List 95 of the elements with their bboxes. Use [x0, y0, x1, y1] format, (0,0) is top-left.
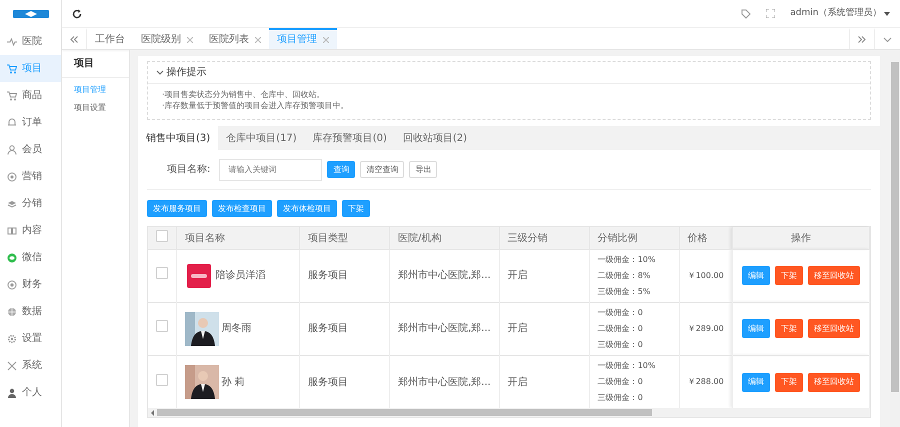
- column-header: 项目类型: [308, 232, 348, 244]
- person-icon: [7, 388, 17, 398]
- person-icon: [7, 144, 17, 154]
- table-cell: 郑州市中心医院,郑...: [390, 302, 500, 356]
- sidebar-item[interactable]: 数据: [0, 298, 61, 325]
- sidebar-item[interactable]: 财务: [0, 271, 61, 298]
- subnav-link[interactable]: 项目管理: [62, 78, 129, 96]
- sidebar-item[interactable]: 内容: [0, 217, 61, 244]
- commission-text: 一级佣金：10%: [598, 360, 656, 372]
- globe-icon: [7, 306, 17, 316]
- pulse-icon: [7, 36, 17, 46]
- tip-text: ·项目售卖状态分为销售中、仓库中、回收站。: [162, 89, 326, 100]
- commission-text: 三级佣金：5%: [598, 286, 652, 298]
- scroll-right-button[interactable]: [849, 28, 874, 49]
- chevron-down-icon: [156, 70, 164, 76]
- row-action-button[interactable]: 移至回收站: [808, 372, 860, 392]
- commission-text: 一级佣金：10%: [598, 254, 656, 266]
- chevron-down-icon: [883, 36, 892, 42]
- target-icon: [7, 172, 17, 182]
- horizontal-scrollbar-thumb[interactable]: [157, 409, 652, 416]
- tag-icon[interactable]: [741, 8, 752, 18]
- table-cell: 服务项目: [300, 302, 390, 356]
- row-action-button[interactable]: 下架: [774, 372, 803, 392]
- page-tab[interactable]: 工作台: [87, 28, 133, 49]
- table-cell: ￥289.00: [679, 302, 732, 356]
- sidebar-item[interactable]: 设置: [0, 325, 61, 352]
- table-cell: 郑州市中心医院,郑...: [390, 249, 500, 302]
- subnav-link[interactable]: 项目设置: [62, 96, 129, 114]
- tips-toggle[interactable]: 操作提示: [148, 62, 870, 84]
- cart-icon: [7, 64, 17, 74]
- search-button[interactable]: 清空查询: [360, 161, 404, 178]
- sidebar-item[interactable]: 营销: [0, 163, 61, 190]
- row-checkbox[interactable]: [156, 374, 168, 386]
- subnav-title: 项目: [62, 50, 129, 78]
- row-action-button[interactable]: 移至回收站: [808, 319, 860, 338]
- fullscreen-icon[interactable]: [766, 9, 776, 18]
- commission-text: 三级佣金：0: [598, 392, 644, 404]
- table-cell: ￥100.00: [679, 249, 732, 302]
- vertical-scrollbar-thumb[interactable]: [891, 62, 899, 392]
- row-action-button[interactable]: 下架: [774, 266, 803, 286]
- caret-icon: [884, 12, 890, 16]
- book-icon: [7, 226, 17, 236]
- page-tab[interactable]: 医院级别: [133, 28, 201, 49]
- column-header: 项目名称: [185, 232, 225, 244]
- row-action-button[interactable]: 移至回收站: [808, 266, 860, 286]
- cart-icon: [7, 90, 17, 100]
- stack-icon: [7, 198, 17, 208]
- chat-icon: [7, 252, 17, 262]
- gear-icon: [7, 334, 17, 344]
- sidebar-item[interactable]: 系统: [0, 352, 61, 379]
- item-name: 周冬雨: [222, 322, 252, 336]
- sidebar-item[interactable]: 个人: [0, 379, 61, 406]
- sidebar-item[interactable]: 分销: [0, 190, 61, 217]
- table-cell: 开启: [499, 249, 590, 302]
- sidebar-item[interactable]: 商品: [0, 82, 61, 109]
- commission-text: 一级佣金：0: [598, 306, 644, 319]
- status-tab[interactable]: 仓库中项目(17): [218, 126, 305, 150]
- field-label: 项目名称:: [167, 163, 210, 178]
- sidebar-item[interactable]: 微信: [0, 244, 61, 271]
- user-menu[interactable]: admin（系统管理员）: [790, 6, 890, 20]
- bell-icon: [7, 118, 17, 128]
- double-chevron-right-icon: [858, 36, 866, 43]
- coin-icon: [7, 280, 17, 290]
- double-chevron-left-icon: [70, 36, 78, 43]
- row-checkbox[interactable]: [156, 267, 168, 280]
- refresh-icon[interactable]: [72, 8, 82, 18]
- sidebar-item[interactable]: 医院: [0, 28, 61, 55]
- table-cell: 服务项目: [300, 249, 390, 302]
- column-header: 分销比例: [598, 232, 638, 244]
- commission-text: 三级佣金：0: [598, 338, 644, 351]
- sidebar-item[interactable]: 会员: [0, 136, 61, 163]
- table-cell: 开启: [499, 302, 590, 356]
- logo-icon: [12, 10, 48, 18]
- row-action-button[interactable]: 下架: [774, 319, 803, 338]
- column-header: 三级分销: [508, 232, 548, 244]
- item-name: 孙 莉: [222, 376, 245, 390]
- scroll-left-button[interactable]: [62, 28, 87, 49]
- item-name: 陪诊员洋滔: [216, 268, 266, 284]
- dropdown-button[interactable]: [874, 28, 900, 49]
- column-header: 医院/机构: [398, 232, 442, 244]
- column-header: 价格: [688, 232, 708, 244]
- row-checkbox[interactable]: [156, 320, 168, 332]
- status-tab[interactable]: 库存预警项目(0): [304, 126, 395, 150]
- commission-text: 二级佣金：8%: [598, 270, 652, 282]
- sidebar-item[interactable]: 订单: [0, 109, 61, 136]
- page-tab[interactable]: 医院列表: [201, 28, 269, 49]
- select-all-checkbox[interactable]: [156, 230, 168, 242]
- commission-text: 二级佣金：0: [598, 322, 644, 335]
- search-field[interactable]: 请输入关键词: [219, 158, 322, 181]
- search-button[interactable]: 导出: [409, 161, 438, 178]
- status-tab[interactable]: 销售中项目(3): [138, 126, 218, 150]
- status-tab[interactable]: 回收站项目(2): [394, 126, 476, 150]
- commission-text: 二级佣金：0: [598, 376, 644, 388]
- tip-text: ·库存数量低于预警值的项目会进入库存预警项目中。: [162, 100, 350, 112]
- column-header: 操作: [790, 232, 811, 244]
